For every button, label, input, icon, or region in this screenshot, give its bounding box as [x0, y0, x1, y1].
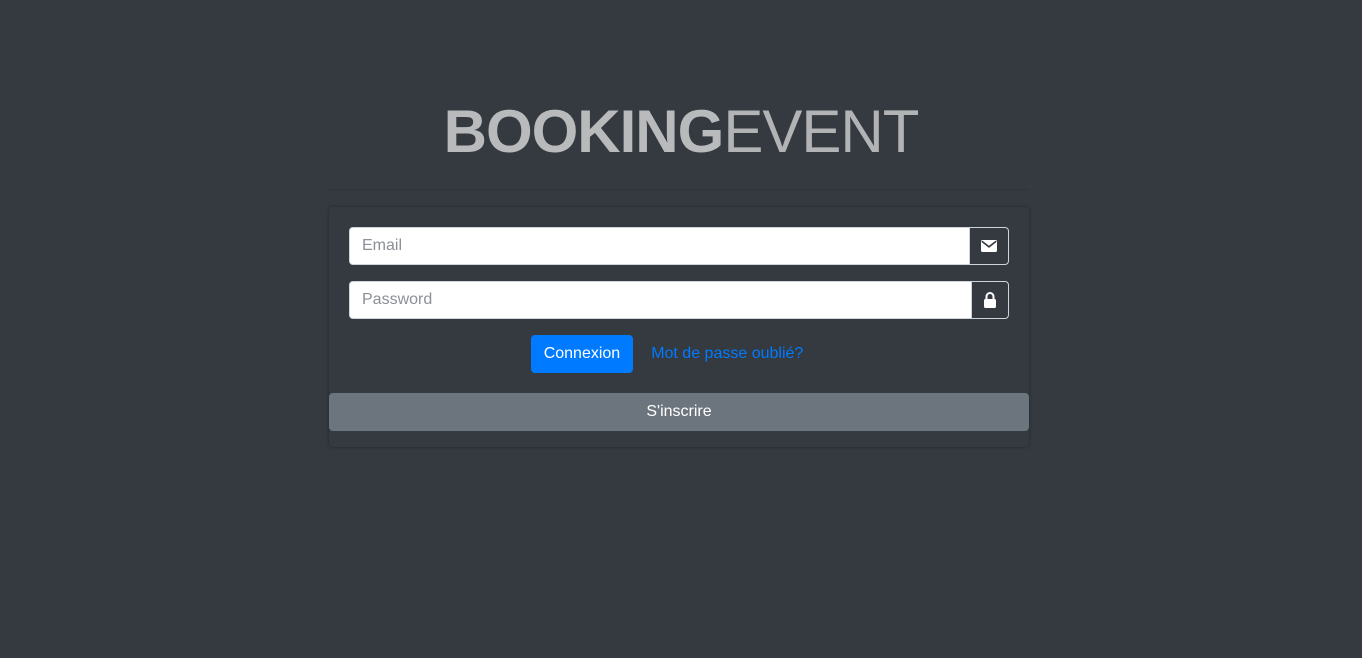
- brand-logo-light: EVENT: [723, 98, 919, 165]
- envelope-icon: [981, 240, 997, 252]
- register-button[interactable]: S'inscrire: [329, 393, 1029, 431]
- lock-icon: [984, 292, 996, 308]
- password-addon: [971, 281, 1009, 319]
- password-input-group: [349, 281, 1009, 319]
- logo-divider: [329, 189, 1029, 190]
- email-input[interactable]: [349, 227, 969, 265]
- login-button[interactable]: Connexion: [530, 335, 634, 373]
- login-page: BOOKINGEVENT Connexion Mot d: [0, 0, 1362, 658]
- brand-logo: BOOKINGEVENT: [0, 100, 1362, 164]
- login-card: Connexion Mot de passe oublié? S'inscrir…: [329, 207, 1029, 447]
- email-addon: [969, 227, 1009, 265]
- brand-logo-bold: BOOKING: [443, 98, 725, 165]
- password-input[interactable]: [349, 281, 971, 319]
- email-input-group: [349, 227, 1009, 265]
- login-actions: Connexion Mot de passe oublié?: [329, 335, 1029, 373]
- forgot-password-link[interactable]: Mot de passe oublié?: [651, 345, 803, 363]
